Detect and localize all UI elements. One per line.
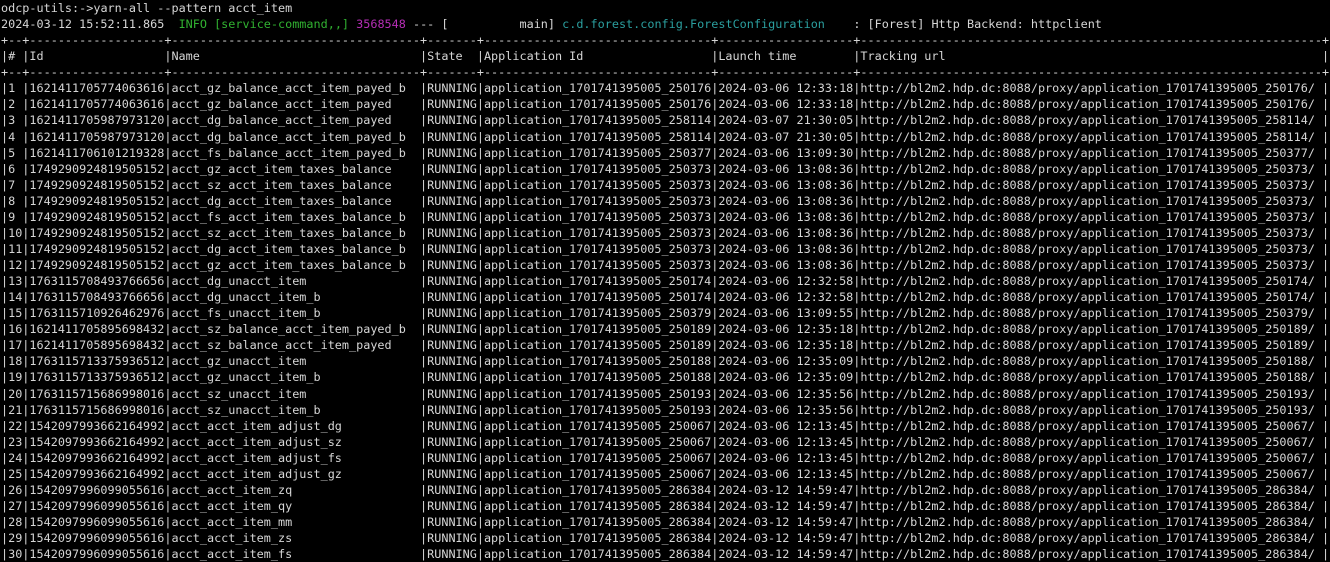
log-segment-message: : [Forest] Http Backend: httpclient	[825, 17, 1102, 31]
table-row: |7 |1749290924819505152|acct_sz_acct_ite…	[1, 177, 1330, 193]
table-row: |23|1542097993662164992|acct_acct_item_a…	[1, 434, 1330, 450]
table-border-top: +--+-------------------+----------------…	[1, 32, 1330, 48]
table-row: |15|1763115710926462976|acct_fs_unacct_i…	[1, 305, 1330, 321]
table-row: |4 |1621411705987973120|acct_dg_balance_…	[1, 129, 1330, 145]
table-row: |5 |1621411706101219328|acct_fs_balance_…	[1, 145, 1330, 161]
terminal-screen[interactable]: odcp-utils:->yarn-all --pattern acct_ite…	[0, 0, 1330, 562]
table-row: |26|1542097996099055616|acct_acct_item_z…	[1, 482, 1330, 498]
table-row: |16|1621411705895698432|acct_sz_balance_…	[1, 321, 1330, 337]
table-row: |12|1749290924819505152|acct_gz_acct_ite…	[1, 257, 1330, 273]
shell-prompt-line: odcp-utils:->yarn-all --pattern acct_ite…	[1, 0, 1330, 16]
table-row: |3 |1621411705987973120|acct_dg_balance_…	[1, 112, 1330, 128]
log-segment-pid: 3568548	[356, 17, 406, 31]
log-line: 2024-03-12 15:52:11.865 INFO [service-co…	[1, 16, 1330, 32]
table-row: |27|1542097996099055616|acct_acct_item_q…	[1, 498, 1330, 514]
table-row: |28|1542097996099055616|acct_acct_item_m…	[1, 514, 1330, 530]
table-border-header: +--+-------------------+----------------…	[1, 64, 1330, 80]
table-row: |14|1763115708493766656|acct_dg_unacct_i…	[1, 289, 1330, 305]
table-row: |10|1749290924819505152|acct_sz_acct_ite…	[1, 225, 1330, 241]
table-row: |17|1621411705895698432|acct_sz_balance_…	[1, 337, 1330, 353]
table-row: |29|1542097996099055616|acct_acct_item_z…	[1, 530, 1330, 546]
table-row: |6 |1749290924819505152|acct_gz_acct_ite…	[1, 161, 1330, 177]
table-row: |20|1763115715686998016|acct_sz_unacct_i…	[1, 386, 1330, 402]
shell-command: yarn-all --pattern acct_item	[93, 1, 292, 15]
table-row: |19|1763115713375936512|acct_gz_unacct_i…	[1, 369, 1330, 385]
table-row: |21|1763115715686998016|acct_sz_unacct_i…	[1, 402, 1330, 418]
log-segment-timestamp: 2024-03-12 15:52:11.865	[1, 17, 179, 31]
table-row: |13|1763115708493766656|acct_dg_unacct_i…	[1, 273, 1330, 289]
table-row: |24|1542097993662164992|acct_acct_item_a…	[1, 450, 1330, 466]
table-row: |30|1542097996099055616|acct_acct_item_f…	[1, 546, 1330, 562]
log-segment-separator-and-thread: --- [ main]	[406, 17, 562, 31]
table-header-row: |# |Id |Name |State |Application Id |Lau…	[1, 48, 1330, 64]
table-row: |11|1749290924819505152|acct_dg_acct_ite…	[1, 241, 1330, 257]
table-row: |1 |1621411705774063616|acct_gz_balance_…	[1, 80, 1330, 96]
table-row: |9 |1749290924819505152|acct_fs_acct_ite…	[1, 209, 1330, 225]
log-segment-level-and-context: INFO [service-command,,]	[179, 17, 349, 31]
table-row: |18|1763115713375936512|acct_gz_unacct_i…	[1, 353, 1330, 369]
table-row: |25|1542097993662164992|acct_acct_item_a…	[1, 466, 1330, 482]
shell-prompt: odcp-utils:->	[1, 1, 93, 15]
log-segment-logger: c.d.forest.config.ForestConfiguration	[562, 17, 825, 31]
table-row: |8 |1749290924819505152|acct_dg_acct_ite…	[1, 193, 1330, 209]
table-row: |22|1542097993662164992|acct_acct_item_a…	[1, 418, 1330, 434]
table-row: |2 |1621411705774063616|acct_gz_balance_…	[1, 96, 1330, 112]
yarn-table: +--+-------------------+----------------…	[1, 32, 1330, 562]
